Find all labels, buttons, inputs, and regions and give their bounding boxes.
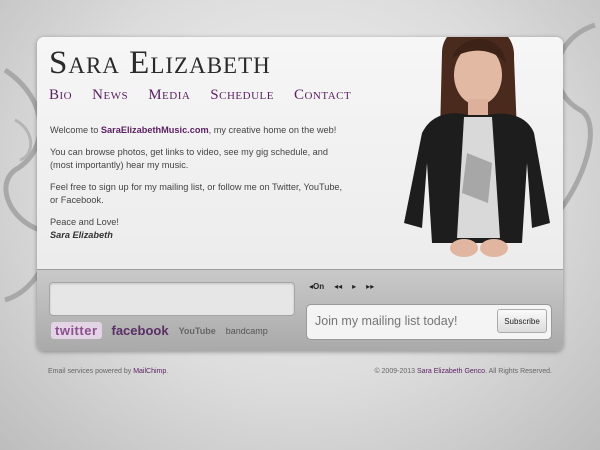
social-links: twitter facebook YouTube bandcamp [51, 322, 268, 339]
twitter-feed-box [49, 282, 295, 316]
nav-schedule[interactable]: Schedule [210, 87, 274, 104]
artist-photo [404, 37, 550, 257]
footer-right-prefix: © 2009-2013 [374, 368, 417, 375]
footer-credit: Email services powered by MailChimp. [48, 368, 168, 375]
main-nav: Bio News Media Schedule Contact [49, 87, 371, 104]
footer-left-prefix: Email services powered by [48, 368, 134, 375]
player-toggle-icon[interactable]: ◂On [309, 282, 324, 291]
nav-media[interactable]: Media [148, 87, 190, 104]
footer-copyright: © 2009-2013 Sara Elizabeth Genco. All Ri… [374, 368, 552, 375]
browse-paragraph: You can browse photos, get links to vide… [50, 147, 329, 170]
twitter-link[interactable]: twitter [51, 322, 102, 339]
intro-text: Welcome to SaraElizabethMusic.com, my cr… [50, 124, 350, 251]
music-player-controls: ◂On ◂◂ ▸ ▸▸ [309, 282, 374, 291]
player-on-label: On [313, 282, 325, 291]
closing-text: Peace and Love! [50, 217, 119, 227]
main-card: Sara Elizabeth Bio News Media Schedule C… [37, 37, 563, 351]
previous-track-icon[interactable]: ◂◂ [334, 282, 342, 291]
welcome-paragraph: Welcome to SaraElizabethMusic.com, my cr… [50, 124, 350, 137]
youtube-link[interactable]: YouTube [179, 326, 216, 336]
bandcamp-link[interactable]: bandcamp [226, 326, 268, 336]
welcome-prefix: Welcome to [50, 125, 101, 135]
site-link[interactable]: SaraElizabethMusic.com [101, 125, 209, 135]
signup-paragraph: Feel free to sign up for my mailing list… [50, 182, 343, 205]
subscribe-button[interactable]: Subscribe [497, 309, 547, 333]
owner-link[interactable]: Sara Elizabeth Genco [417, 368, 485, 375]
facebook-link[interactable]: facebook [112, 323, 169, 338]
mailchimp-link[interactable]: MailChimp [133, 368, 166, 375]
play-icon[interactable]: ▸ [352, 282, 356, 291]
site-title: Sara Elizabeth [49, 45, 271, 81]
welcome-suffix: , my creative home on the web! [208, 125, 337, 135]
footer-right-suffix: . All Rights Reserved. [485, 368, 552, 375]
nav-bio[interactable]: Bio [49, 87, 72, 104]
player-bar: twitter facebook YouTube bandcamp ◂On ◂◂… [37, 269, 563, 351]
footer-left-suffix: . [166, 368, 169, 375]
mailing-list-email-input[interactable] [307, 305, 503, 337]
nav-contact[interactable]: Contact [294, 87, 351, 104]
next-track-icon[interactable]: ▸▸ [366, 282, 374, 291]
signature: Sara Elizabeth [50, 230, 113, 240]
nav-news[interactable]: News [92, 87, 128, 104]
card-content-area: Sara Elizabeth Bio News Media Schedule C… [37, 37, 563, 269]
mailing-list-form: Subscribe [306, 304, 552, 340]
closing-paragraph: Peace and Love! Sara Elizabeth [50, 216, 350, 242]
